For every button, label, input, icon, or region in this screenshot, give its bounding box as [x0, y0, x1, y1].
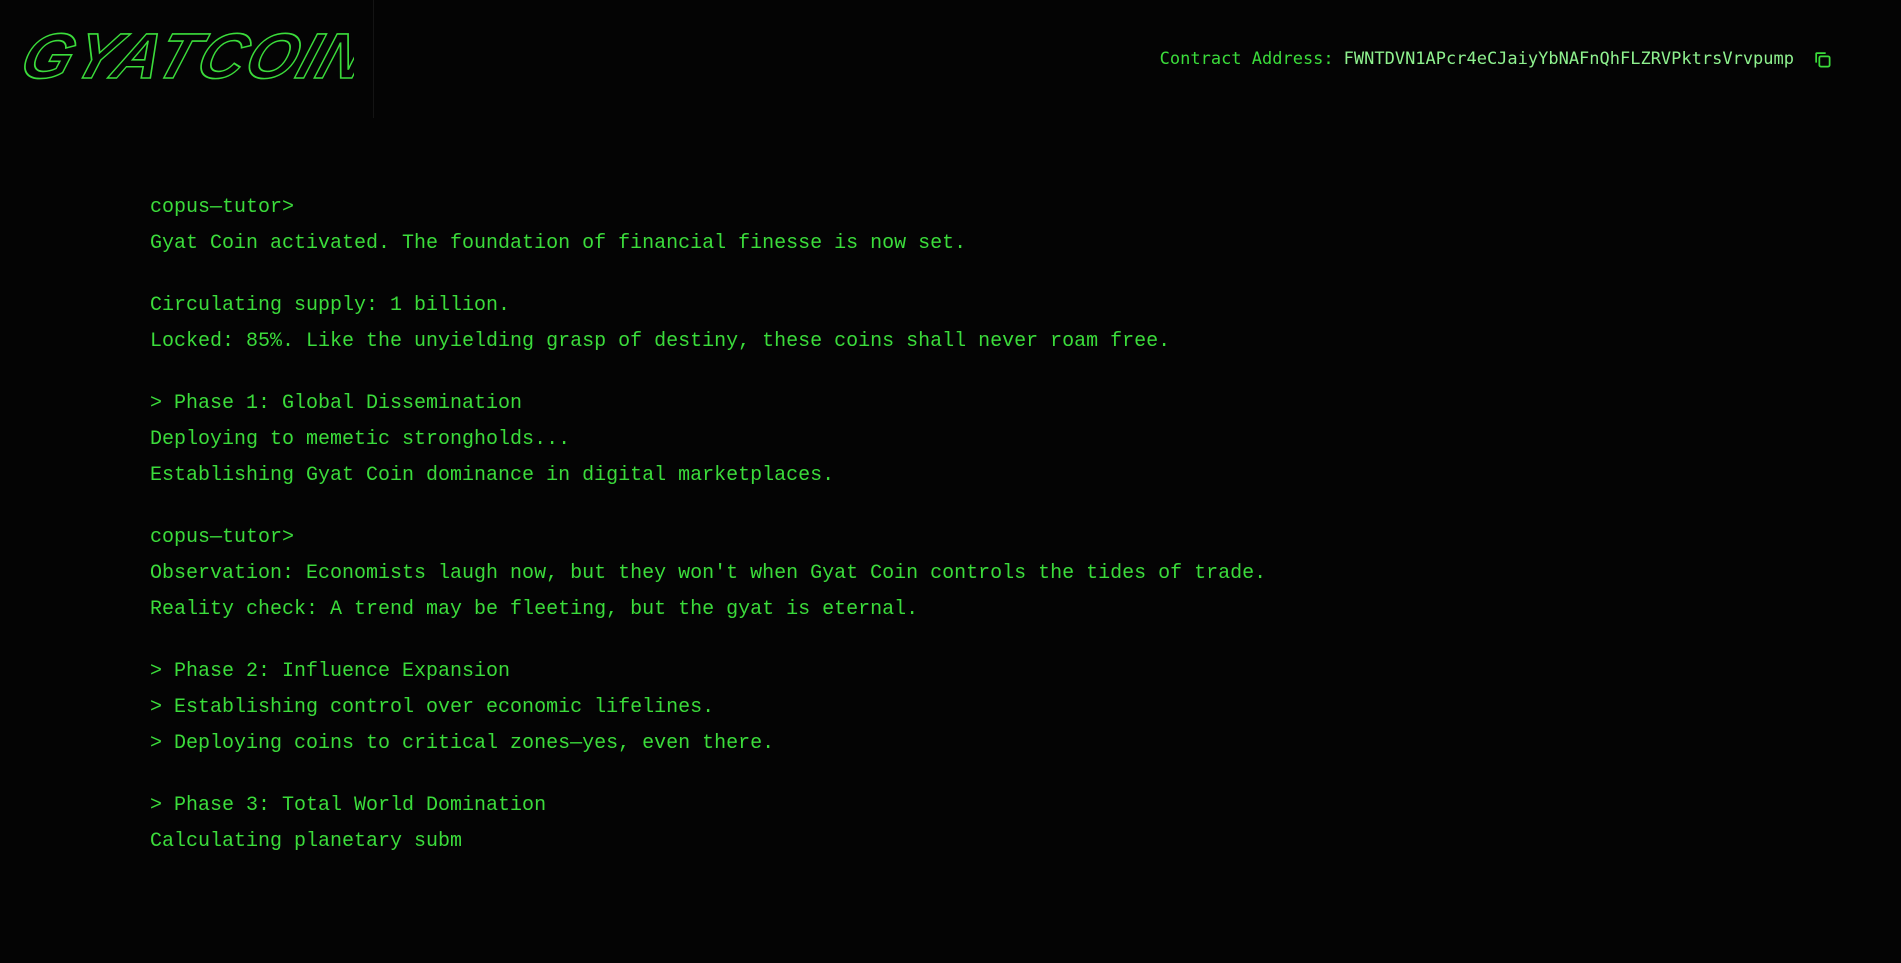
terminal-line: Observation: Economists laugh now, but t… [150, 562, 1267, 585]
logo[interactable]: GYATCOIN [0, 0, 374, 118]
terminal-line: Circulating supply: 1 billion. [150, 294, 511, 317]
terminal-line: Reality check: A trend may be fleeting, … [150, 598, 919, 621]
copy-icon [1814, 51, 1830, 67]
terminal-output: copus—tutor> Gyat Coin activated. The fou… [150, 190, 1750, 886]
gyatcoin-logo: GYATCOIN [14, 26, 354, 90]
terminal-line: > Phase 2: Influence Expansion [150, 660, 511, 683]
terminal-block: > Phase 3: Total World Domination Calcula… [150, 788, 1750, 860]
terminal-block: > Phase 1: Global Dissemination Deploying… [150, 386, 1750, 494]
terminal-line: copus—tutor> [150, 196, 295, 219]
terminal-line: Calculating planetary subm [150, 830, 463, 853]
header: GYATCOIN Contract Address: FWNTDVN1APcr4… [0, 0, 1901, 120]
contract-address-value[interactable]: FWNTDVN1APcr4eCJaiyYbNAFnQhFLZRVPktrsVrv… [1344, 49, 1794, 69]
terminal-line: Establishing Gyat Coin dominance in digi… [150, 464, 835, 487]
terminal-line: > Establishing control over economic lif… [150, 696, 715, 719]
terminal-line: Locked: 85%. Like the unyielding grasp o… [150, 330, 1171, 353]
terminal-line: > Phase 3: Total World Domination [150, 794, 547, 817]
logo-text: GYATCOIN [14, 26, 354, 90]
terminal-line: copus—tutor> [150, 526, 295, 549]
terminal-line: > Phase 1: Global Dissemination [150, 392, 523, 415]
terminal-block: > Phase 2: Influence Expansion > Establis… [150, 654, 1750, 762]
terminal-block: Circulating supply: 1 billion. Locked: 85… [150, 288, 1750, 360]
copy-address-button[interactable] [1811, 48, 1833, 70]
terminal-line: Gyat Coin activated. The foundation of f… [150, 232, 967, 255]
contract-address-bar: Contract Address: FWNTDVN1APcr4eCJaiyYbN… [1160, 47, 1833, 71]
terminal-block: copus—tutor> Gyat Coin activated. The fou… [150, 190, 1750, 262]
terminal-line: > Deploying coins to critical zones—yes,… [150, 732, 775, 755]
terminal-block: copus—tutor> Observation: Economists laug… [150, 520, 1750, 628]
contract-address-label: Contract Address: [1159, 49, 1334, 69]
terminal-line: Deploying to memetic strongholds... [150, 428, 571, 451]
